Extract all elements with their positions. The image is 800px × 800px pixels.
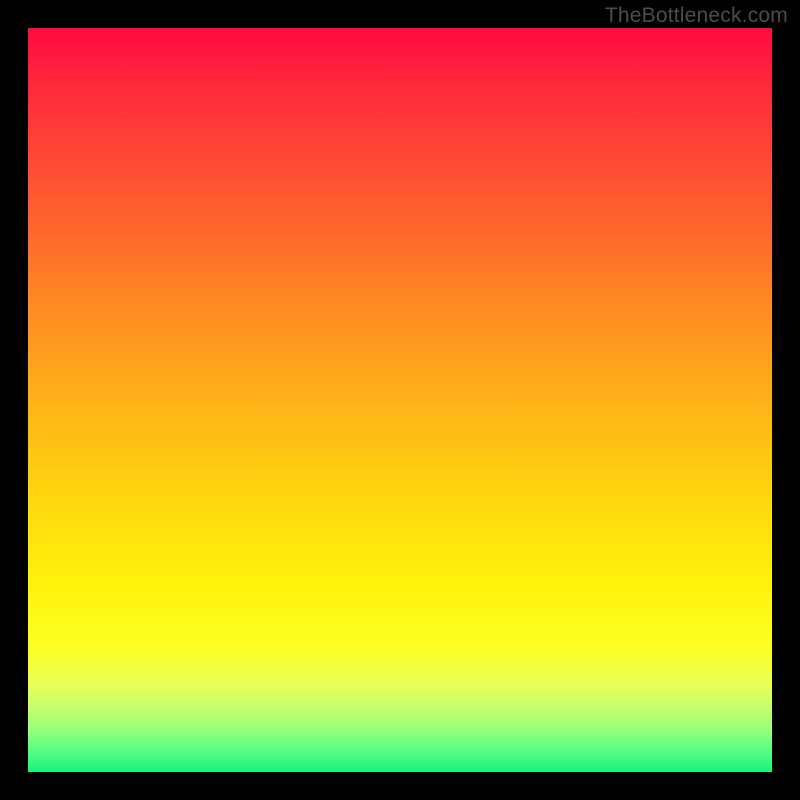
plot-area — [28, 28, 772, 772]
watermark-text: TheBottleneck.com — [605, 4, 788, 28]
background-gradient — [28, 28, 772, 772]
chart-frame: TheBottleneck.com — [0, 0, 800, 800]
